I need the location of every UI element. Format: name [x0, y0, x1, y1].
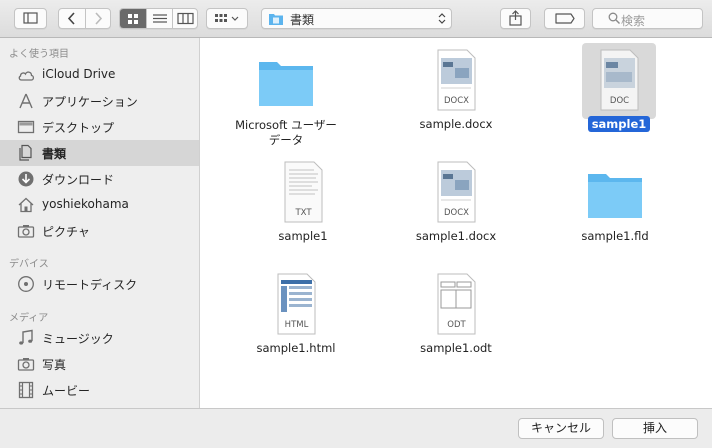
- file-name: sample1.fld: [581, 229, 649, 243]
- file-item-document[interactable]: DOCX sample1.docx: [391, 152, 521, 262]
- sidebar-item-label: アプリケーション: [42, 95, 138, 109]
- svg-text:DOCX: DOCX: [444, 208, 469, 218]
- file-name: Microsoft ユーザー データ: [235, 118, 337, 147]
- sidebar-item-applications[interactable]: アプリケーション: [0, 88, 199, 114]
- home-icon: [18, 197, 34, 213]
- sidebar: よく使う項目 iCloud Drive アプリケーション デスクトップ 書類 ダ…: [0, 38, 200, 408]
- icon-view-button[interactable]: [120, 9, 146, 28]
- folder-icon: [259, 62, 313, 106]
- file-item-folder[interactable]: Microsoft ユーザー データ: [221, 40, 351, 150]
- cloud-icon: [18, 71, 35, 81]
- file-browser: Microsoft ユーザー データ DOCX sample.docx DOC …: [200, 38, 712, 408]
- icon-grid-icon: [128, 14, 138, 24]
- sidebar-item-label: ピクチャ: [42, 225, 90, 239]
- sidebar-item-remote-disc[interactable]: リモートディスク: [0, 271, 199, 297]
- music-icon: [19, 329, 33, 345]
- sidebar-item-label: 写真: [42, 358, 67, 372]
- odt-document-icon: ODT: [437, 273, 476, 335]
- toolbar: 書類 検索: [0, 0, 712, 38]
- file-name: sample1.docx: [415, 229, 497, 243]
- sidebar-item-label: 書類: [42, 147, 67, 161]
- sidebar-section-media: メディア: [9, 313, 49, 324]
- svg-text:HTML: HTML: [285, 320, 309, 330]
- list-view-button[interactable]: [146, 9, 172, 28]
- file-name: sample1: [554, 116, 684, 132]
- sidebar-section-favorites: よく使う項目: [9, 49, 69, 60]
- sidebar-item-desktop[interactable]: デスクトップ: [0, 114, 199, 140]
- file-item-folder[interactable]: sample1.fld: [550, 152, 680, 262]
- sidebar-item-label: ムービー: [42, 384, 91, 398]
- file-item-document[interactable]: DOCX sample.docx: [391, 40, 521, 150]
- tag-icon: [555, 13, 575, 24]
- sidebar-item-label: デスクトップ: [42, 121, 115, 135]
- columns-icon: [177, 12, 194, 25]
- chevron-left-icon: [67, 12, 75, 25]
- sidebar-item-movies[interactable]: ムービー: [0, 377, 199, 403]
- path-popup[interactable]: 書類: [261, 8, 452, 29]
- sidebar-section-devices: デバイス: [9, 259, 49, 270]
- documents-icon: [19, 144, 32, 161]
- sidebar-item-icloud-drive[interactable]: iCloud Drive: [0, 62, 199, 88]
- sidebar-item-label: ミュージック: [42, 332, 114, 346]
- chevron-right-icon: [95, 12, 103, 25]
- applications-icon: [19, 93, 33, 109]
- dialog-button-bar: キャンセル 挿入: [0, 408, 712, 448]
- forward-button[interactable]: [85, 9, 111, 28]
- sidebar-item-documents[interactable]: 書類: [0, 140, 199, 166]
- sidebar-item-pictures[interactable]: ピクチャ: [0, 218, 199, 244]
- column-view-button[interactable]: [172, 9, 197, 28]
- doc-document-icon: DOC: [600, 49, 639, 111]
- file-name: sample1.odt: [420, 341, 492, 355]
- txt-document-icon: TXT: [284, 161, 323, 223]
- file-name: sample1: [278, 229, 328, 243]
- svg-text:DOC: DOC: [610, 96, 629, 106]
- path-label: 書類: [290, 13, 315, 27]
- sidebar-item-label: yoshiekohama: [42, 197, 129, 211]
- svg-text:ODT: ODT: [447, 320, 466, 330]
- sidebar-icon: [23, 12, 38, 24]
- share-button[interactable]: [500, 8, 531, 29]
- sidebar-toggle-button[interactable]: [14, 8, 47, 29]
- sidebar-item-label: iCloud Drive: [42, 67, 116, 81]
- disc-icon: [18, 276, 34, 292]
- search-placeholder: 検索: [621, 14, 646, 28]
- svg-text:DOCX: DOCX: [444, 96, 469, 106]
- camera-icon: [17, 225, 35, 238]
- camera-icon: [17, 358, 35, 371]
- share-icon: [509, 10, 522, 26]
- sidebar-item-downloads[interactable]: ダウンロード: [0, 166, 199, 192]
- docx-document-icon: DOCX: [437, 49, 476, 111]
- file-name: sample1.html: [256, 341, 336, 355]
- arrange-grid-icon: [215, 14, 239, 22]
- file-name: sample.docx: [419, 117, 493, 131]
- file-item-document[interactable]: HTML sample1.html: [231, 264, 361, 374]
- back-button[interactable]: [59, 9, 85, 28]
- docx-document-icon: DOCX: [437, 161, 476, 223]
- sidebar-item-music[interactable]: ミュージック: [0, 325, 199, 351]
- file-item-document[interactable]: ODT sample1.odt: [391, 264, 521, 374]
- html-document-icon: HTML: [277, 273, 316, 335]
- search-field[interactable]: 検索: [592, 8, 703, 29]
- tag-button[interactable]: [544, 8, 585, 29]
- view-mode-control: [119, 8, 198, 29]
- list-icon: [153, 14, 167, 23]
- sidebar-item-photos[interactable]: 写真: [0, 351, 199, 377]
- documents-folder-icon: [269, 14, 283, 25]
- download-icon: [18, 171, 34, 187]
- sidebar-item-label: ダウンロード: [42, 173, 115, 187]
- folder-icon: [588, 174, 642, 218]
- sidebar-item-label: リモートディスク: [42, 278, 138, 292]
- sidebar-item-home[interactable]: yoshiekohama: [0, 192, 199, 218]
- file-item-document-selected[interactable]: DOC sample1: [554, 40, 684, 150]
- film-icon: [18, 381, 34, 399]
- desktop-icon: [17, 120, 35, 134]
- file-item-document[interactable]: TXT sample1: [238, 152, 368, 262]
- back-forward-control: [58, 8, 111, 29]
- svg-text:TXT: TXT: [294, 208, 312, 218]
- search-icon: [608, 12, 620, 24]
- cancel-button[interactable]: キャンセル: [518, 418, 604, 439]
- updown-chevron-icon: [438, 13, 446, 24]
- arrange-menu-button[interactable]: [206, 8, 248, 29]
- insert-button[interactable]: 挿入: [612, 418, 698, 439]
